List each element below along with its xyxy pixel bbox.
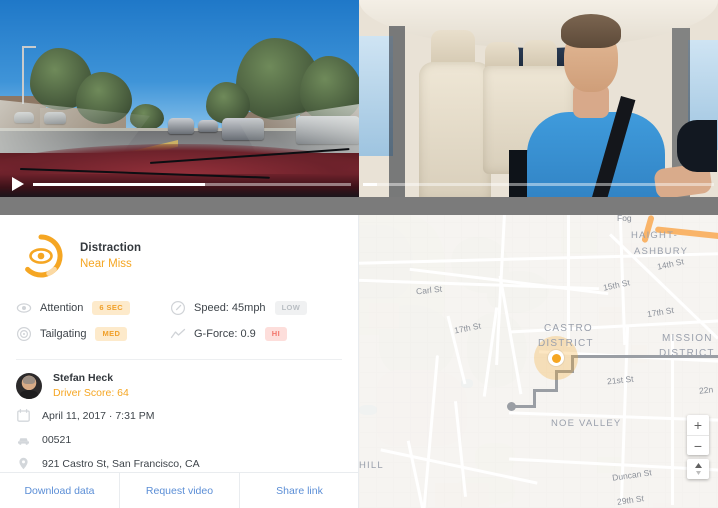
driver-row[interactable]: Stefan Heck Driver Score: 64 xyxy=(0,360,358,399)
metric-speed: Speed: 45mph LOW xyxy=(170,295,308,321)
dashcam-scrubber[interactable] xyxy=(33,183,351,186)
request-video-button[interactable]: Request video xyxy=(119,473,239,508)
chart-line-icon xyxy=(170,326,186,342)
cabin-video-player[interactable] xyxy=(359,0,718,215)
detail-vehicle: 00521 xyxy=(0,423,358,447)
map-label: NOE VALLEY xyxy=(551,418,622,429)
cabin-scrubber[interactable] xyxy=(363,183,714,186)
detail-datetime: April 11, 2017 · 7:31 PM xyxy=(0,399,358,423)
eye-icon xyxy=(16,231,66,281)
download-data-button[interactable]: Download data xyxy=(0,473,119,508)
metric-label: Attention xyxy=(40,302,84,314)
cabin-driver-hair xyxy=(561,14,621,48)
play-button[interactable] xyxy=(10,175,26,193)
event-title: Distraction xyxy=(80,242,142,254)
event-detail-page: Distraction Near Miss Attention 6 SEC Ta… xyxy=(0,0,718,508)
zoom-out-button[interactable]: − xyxy=(687,435,709,455)
metric-label: G-Force: 0.9 xyxy=(194,328,256,340)
cabin-window xyxy=(359,36,393,156)
metrics-grid: Attention 6 SEC Tailgating MED Speed: 45… xyxy=(0,281,358,347)
route-line xyxy=(533,389,558,392)
video-row xyxy=(0,0,718,215)
detail-location: 921 Castro St, San Francisco, CA xyxy=(0,447,358,471)
map-label: CASTRO xyxy=(544,323,593,334)
metrics-column-left: Attention 6 SEC Tailgating MED xyxy=(16,295,162,347)
map-label: HAIGHT- xyxy=(631,230,678,241)
calendar-icon xyxy=(16,408,31,423)
car-icon xyxy=(16,432,31,447)
event-header-text: Distraction Near Miss xyxy=(80,242,141,270)
detail-text: April 11, 2017 · 7:31 PM xyxy=(42,409,155,422)
eye-icon xyxy=(16,300,32,316)
metric-badge: MED xyxy=(95,327,128,341)
event-map[interactable]: HAIGHT- ASHBURY CASTRO DISTRICT MISSION … xyxy=(359,215,718,508)
map-street-label: Fog xyxy=(617,215,632,223)
driver-name: Stefan Heck xyxy=(53,372,114,384)
event-location-marker[interactable] xyxy=(548,350,564,366)
driver-text: Stefan Heck Driver Score: 64 xyxy=(53,372,129,399)
map-pin-icon xyxy=(16,456,31,471)
metric-label: Tailgating xyxy=(40,328,87,340)
map-compass-control[interactable] xyxy=(687,459,709,479)
target-icon xyxy=(16,326,32,342)
metric-badge: LOW xyxy=(274,301,308,315)
cabin-scrubber-fill xyxy=(363,183,378,186)
cabin-pillar xyxy=(389,26,405,215)
detail-text: 921 Castro St, San Francisco, CA xyxy=(42,457,200,470)
dashcam-scrubber-fill xyxy=(33,183,205,186)
map-zoom-controls[interactable]: + − xyxy=(687,415,709,455)
map-label: HILL xyxy=(359,460,384,471)
cabin-front-seat xyxy=(419,62,491,202)
compass-button[interactable] xyxy=(687,459,709,479)
map-label: MISSION xyxy=(662,333,713,344)
driver-score: Driver Score: 64 xyxy=(53,387,129,399)
map-road xyxy=(671,335,674,505)
dashcam-lamp-post xyxy=(22,46,24,104)
metrics-column-right: Speed: 45mph LOW G-Force: 0.9 HI xyxy=(162,295,308,347)
route-start-dot xyxy=(507,402,516,411)
metric-attention: Attention 6 SEC xyxy=(16,295,162,321)
event-detail-panel: Distraction Near Miss Attention 6 SEC Ta… xyxy=(0,215,359,508)
zoom-in-button[interactable]: + xyxy=(687,415,709,435)
event-header: Distraction Near Miss xyxy=(0,215,358,281)
avatar xyxy=(16,372,42,399)
detail-row: Distraction Near Miss Attention 6 SEC Ta… xyxy=(0,215,718,508)
map-label: DISTRICT xyxy=(538,338,594,349)
map-street-label: 22n xyxy=(698,384,714,396)
map-label: DISTRICT xyxy=(659,348,715,359)
dashcam-lamp-arm xyxy=(22,46,36,48)
player-toolbar xyxy=(0,197,718,215)
dashcam-video-player[interactable] xyxy=(0,0,359,215)
dashcam-vehicle xyxy=(168,118,194,134)
share-link-button[interactable]: Share link xyxy=(239,473,359,508)
metric-badge: 6 SEC xyxy=(92,301,131,315)
metric-tailgating: Tailgating MED xyxy=(16,321,162,347)
detail-text: 00521 xyxy=(42,433,72,446)
metric-gforce: G-Force: 0.9 HI xyxy=(170,321,307,347)
event-subtitle: Near Miss xyxy=(80,258,132,270)
metric-badge: HI xyxy=(264,327,288,341)
dashcam-vehicle xyxy=(198,120,218,132)
action-bar: Download data Request video Share link xyxy=(0,472,359,508)
map-label: ASHBURY xyxy=(634,246,689,257)
metric-label: Speed: 45mph xyxy=(194,302,266,314)
speedometer-icon xyxy=(170,300,186,316)
cabin-steering-wheel xyxy=(677,120,717,172)
